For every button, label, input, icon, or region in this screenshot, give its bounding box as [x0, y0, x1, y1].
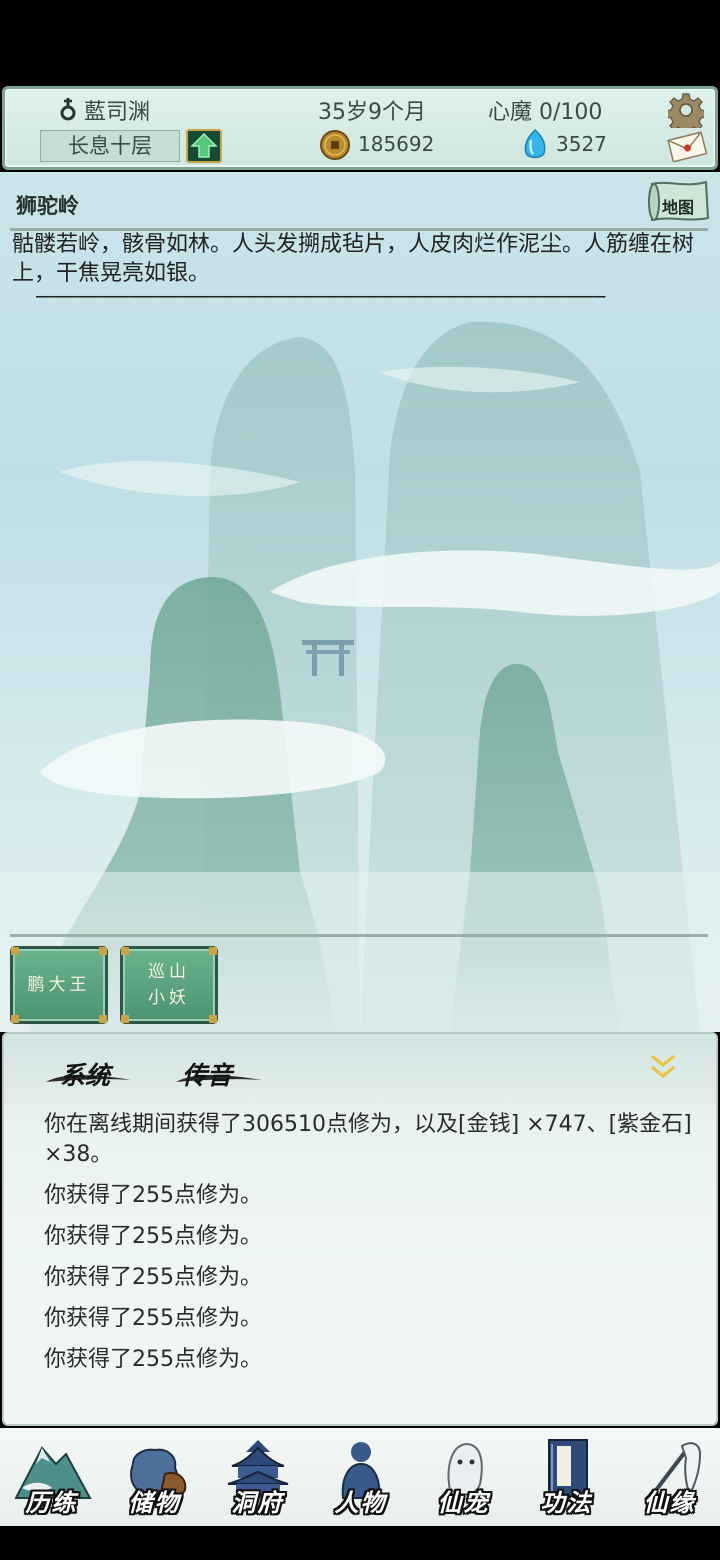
nav-label: 洞府 [231, 1488, 284, 1517]
player-name[interactable]: 藍司渊 [84, 94, 150, 126]
nav-techniques[interactable]: 功法 [515, 1428, 618, 1526]
nav-label: 历练 [25, 1488, 78, 1517]
spirit-stone-icon [524, 128, 546, 159]
breakthrough-button[interactable] [186, 129, 222, 163]
npc-divider [10, 934, 708, 937]
heart-demon-meter: 心魔 0/100 [488, 100, 603, 125]
gender-male-icon [60, 98, 76, 121]
map-button[interactable]: 地图 [646, 178, 712, 224]
log-line: 你在离线期间获得了306510点修为，以及[金钱] ×747、[紫金石] ×38… [44, 1112, 692, 1167]
location-description: 骷髅若岭，骸骨如林。人头发搠成毡片，人皮肉烂作泥尘。人筋缠在树上，干焦晃亮如银。 [12, 232, 695, 286]
cultivation-realm: 长息十层 [40, 130, 180, 162]
status-bar-area [0, 0, 720, 86]
chevron-double-down-icon[interactable] [646, 1050, 680, 1084]
nav-training[interactable]: 历练 [0, 1428, 103, 1526]
nav-cave-dwelling[interactable]: 洞府 [206, 1428, 309, 1526]
scene-area: 狮驼岭 地图 骷髅若岭，骸骨如林。人头发搠成毡片，人皮肉烂作泥尘。人筋缠在树上，… [0, 172, 720, 1032]
nav-label: 人物 [334, 1488, 387, 1517]
log-line: 你获得了255点修为。 [44, 1265, 262, 1290]
npc-label: 鹏大王 [27, 975, 91, 995]
tab-message[interactable]: 传音 [182, 1056, 232, 1092]
log-line: 你获得了255点修为。 [44, 1224, 262, 1249]
spirit-stones-count: 3527 [556, 132, 607, 156]
game-screen: 藍司渊 长息十层 35岁9个月 185692 心魔 0/100 3527 狮驼岭… [0, 0, 720, 1560]
nav-label: 功法 [540, 1488, 593, 1517]
log-line: 你获得了255点修为。 [44, 1183, 262, 1208]
nav-label: 仙宠 [437, 1488, 490, 1517]
bottom-navigation: 历练 储物 洞府 人物 仙宠 功法 仙缘 [0, 1428, 720, 1526]
tab-system[interactable]: 系统 [60, 1056, 110, 1092]
player-age: 35岁9个月 [318, 100, 426, 125]
nav-pet[interactable]: 仙宠 [412, 1428, 515, 1526]
location-name: 狮驼岭 [16, 193, 79, 218]
npc-label: 巡山 小妖 [148, 962, 190, 1008]
nav-immortal-fate[interactable]: 仙缘 [618, 1428, 720, 1526]
map-label: 地图 [662, 198, 695, 217]
copper-coin-icon [320, 130, 350, 160]
coins-count: 185692 [358, 132, 435, 156]
nav-storage[interactable]: 储物 [103, 1428, 206, 1526]
message-log-panel: 系统 传音 你在离线期间获得了306510点修为，以及[金钱] ×747、[紫金… [2, 1032, 718, 1426]
system-navigation-area [0, 1526, 720, 1560]
description-divider: ————————————————————————————————————————… [36, 284, 606, 309]
nav-label: 仙缘 [643, 1488, 696, 1517]
gear-icon[interactable] [668, 92, 704, 128]
log-message-list: 你在离线期间获得了306510点修为，以及[金钱] ×747、[紫金石] ×38… [44, 1110, 694, 1386]
log-line: 你获得了255点修为。 [44, 1347, 262, 1372]
up-arrow-icon [190, 132, 218, 158]
npc-button-patrol-imp[interactable]: 巡山 小妖 [120, 946, 218, 1024]
nav-label: 储物 [128, 1488, 181, 1517]
log-line: 你获得了255点修为。 [44, 1306, 262, 1331]
mail-icon[interactable] [666, 130, 708, 162]
log-tab-bar: 系统 传音 [4, 1034, 716, 1104]
nav-character[interactable]: 人物 [309, 1428, 412, 1526]
npc-button-peng-king[interactable]: 鹏大王 [10, 946, 108, 1024]
